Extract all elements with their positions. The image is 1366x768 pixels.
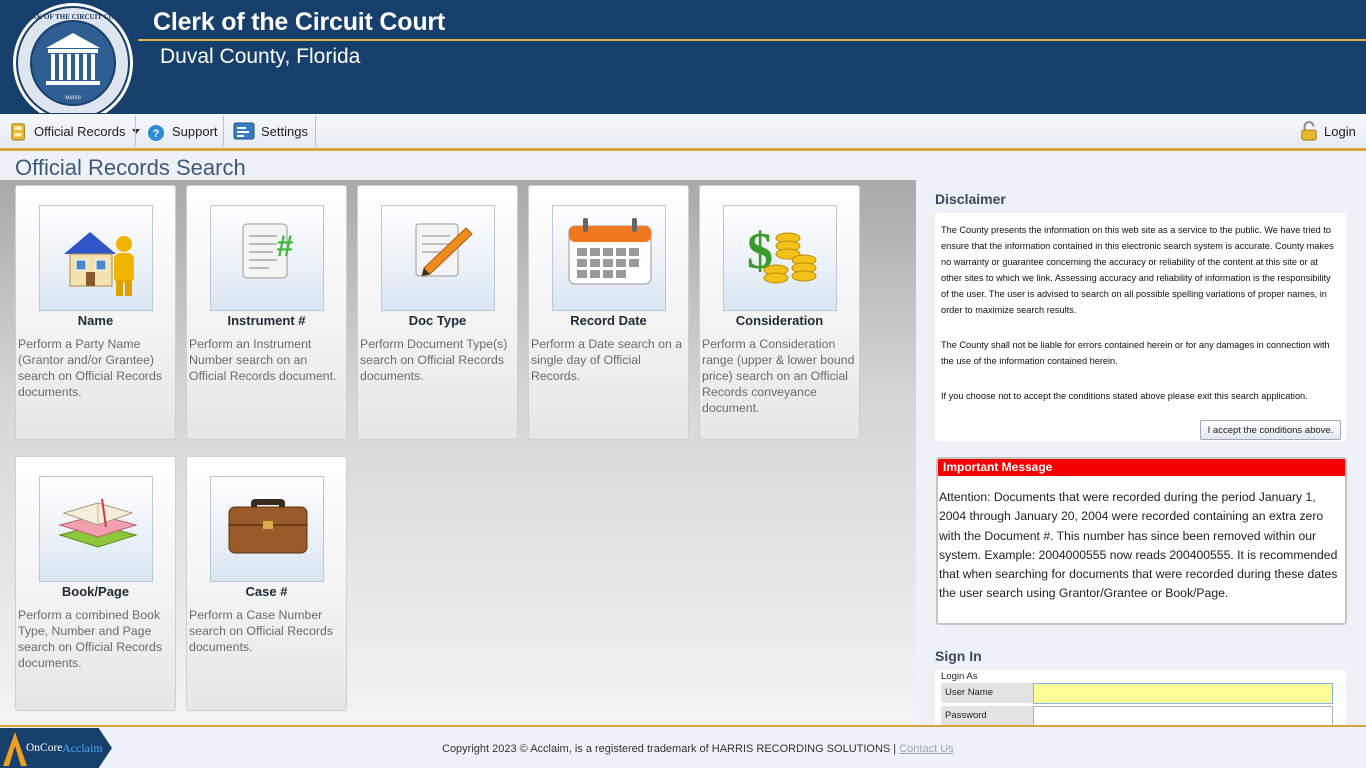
lock-icon — [1301, 121, 1317, 141]
important-message-box: Important Message Attention: Documents t… — [936, 457, 1347, 625]
search-card-case[interactable]: Case # Perform a Case Number search on O… — [186, 456, 347, 711]
search-card-description: Perform a Date search on a single day of… — [531, 337, 683, 383]
support-menu[interactable]: ? Support — [146, 114, 218, 148]
site-footer: OnCore Acclaim Copyright 2023 © Acclaim,… — [0, 725, 1366, 768]
oncore-acclaim-logo: OnCore Acclaim — [0, 728, 112, 768]
svg-text:MMXII: MMXII — [65, 96, 81, 101]
copyright-text: Copyright 2023 © Acclaim, is a registere… — [442, 743, 954, 755]
house-person-icon — [39, 205, 153, 311]
page-title: Official Records Search — [15, 155, 246, 180]
search-card-title: Instrument # — [227, 313, 306, 328]
logo-text-oncore: OnCore — [26, 742, 63, 754]
login-button[interactable]: Login — [1300, 114, 1356, 148]
logo-text-acclaim: Acclaim — [62, 741, 103, 755]
site-subtitle: Duval County, Florida — [160, 45, 361, 68]
site-header: CLERK OF THE CIRCUIT COURT MMXII Clerk o… — [0, 0, 1366, 114]
login-label: Login — [1324, 123, 1356, 139]
username-input[interactable] — [1033, 683, 1333, 704]
search-card-consideration[interactable]: $ Consideration Perform a Consideration … — [699, 185, 860, 440]
search-card-book-page[interactable]: Book/Page Perform a combined Book Type, … — [15, 456, 176, 711]
accept-conditions-button[interactable]: I accept the conditions above. — [1200, 420, 1341, 440]
header-divider — [138, 39, 1366, 41]
toolbar-separator — [135, 116, 136, 146]
briefcase-icon — [210, 476, 324, 582]
search-card-name[interactable]: Name Perform a Party Name (Grantor and/o… — [15, 185, 176, 440]
books-icon — [39, 476, 153, 582]
settings-label: Settings — [261, 123, 308, 139]
search-card-doc-type[interactable]: Doc Type Perform Document Type(s) search… — [357, 185, 518, 440]
toolbar-separator — [315, 116, 316, 146]
search-card-title: Name — [77, 313, 114, 328]
copyright-label: Copyright 2023 © Acclaim, is a registere… — [442, 743, 897, 755]
search-options-panel: Name Perform a Party Name (Grantor and/o… — [0, 180, 916, 725]
search-card-description: Perform an Instrument Number search on a… — [189, 337, 337, 383]
sign-in-title: Sign In — [935, 648, 982, 664]
search-card-title: Consideration — [735, 313, 824, 328]
search-card-record-date[interactable]: Record Date Perform a Date search on a s… — [528, 185, 689, 440]
search-card-description: Perform a Consideration range (upper & l… — [702, 337, 855, 415]
sign-in-form: Login As User Name Password — [935, 670, 1346, 727]
password-input[interactable] — [1033, 706, 1333, 727]
svg-text:#: # — [277, 230, 294, 263]
search-card-description: Perform a combined Book Type, Number and… — [18, 608, 162, 670]
document-hash-icon: # — [210, 205, 324, 311]
search-card-description: Perform a Party Name (Grantor and/or Gra… — [18, 337, 162, 399]
svg-text:CLERK OF THE CIRCUIT COURT: CLERK OF THE CIRCUIT COURT — [17, 13, 129, 21]
search-card-description: Perform Document Type(s) search on Offic… — [360, 337, 508, 383]
records-cabinet-icon — [11, 123, 25, 141]
search-card-description: Perform a Case Number search on Official… — [189, 608, 333, 654]
settings-menu[interactable]: Settings — [233, 114, 308, 148]
svg-text:?: ? — [153, 128, 160, 140]
password-label: Password — [941, 706, 1033, 726]
disclaimer-paragraph: The County shall not be liable for error… — [941, 340, 1330, 366]
login-as-label: Login As — [941, 671, 978, 682]
main-toolbar: Official Records ? Support Settings Logi… — [0, 114, 1366, 151]
search-card-title: Record Date — [570, 313, 647, 328]
support-label: Support — [172, 123, 218, 139]
important-message-title: Important Message — [938, 459, 1345, 476]
search-card-title: Doc Type — [408, 313, 467, 328]
acclaim-a-icon — [3, 732, 27, 766]
search-card-title: Case # — [245, 584, 288, 599]
contact-us-link[interactable]: Contact Us — [899, 743, 953, 755]
disclaimer-paragraph: If you choose not to accept the conditio… — [941, 391, 1308, 401]
help-icon: ? — [148, 125, 164, 141]
disclaimer-text: The County presents the information on t… — [941, 222, 1339, 423]
username-label: User Name — [941, 683, 1033, 703]
disclaimer-box: The County presents the information on t… — [935, 213, 1346, 441]
calendar-icon — [552, 205, 666, 311]
document-pencil-icon — [381, 205, 495, 311]
disclaimer-title: Disclaimer — [935, 191, 1006, 207]
dollar-coins-icon: $ — [723, 205, 837, 311]
disclaimer-paragraph: The County presents the information on t… — [941, 225, 1334, 315]
settings-icon — [233, 122, 255, 140]
site-title: Clerk of the Circuit Court — [153, 8, 446, 36]
official-records-label: Official Records — [34, 123, 126, 139]
county-seal-logo: CLERK OF THE CIRCUIT COURT MMXII — [13, 3, 133, 113]
official-records-menu[interactable]: Official Records — [10, 114, 140, 148]
important-message-text: Attention: Documents that were recorded … — [939, 490, 1338, 601]
right-sidebar: Disclaimer The County presents the infor… — [916, 180, 1366, 727]
toolbar-separator — [223, 116, 224, 146]
search-card-instrument[interactable]: # Instrument # Perform an Instrument Num… — [186, 185, 347, 440]
search-card-title: Book/Page — [61, 584, 130, 599]
